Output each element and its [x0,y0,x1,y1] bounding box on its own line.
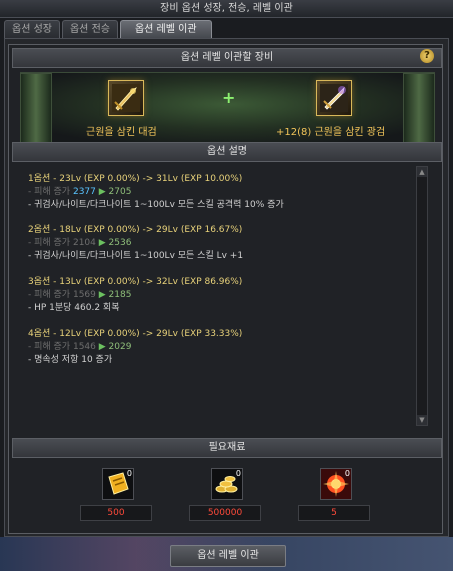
scroll-down-icon[interactable]: ▼ [417,415,427,425]
source-equip-name: 근원을 삼킨 대검 [86,127,157,138]
desc-section-header: 옵션 설명 [12,142,442,162]
right-scroll-roll [403,73,435,145]
tab-option-inherit[interactable]: 옵션 전승 [61,20,118,38]
source-equip-slot[interactable] [108,80,144,116]
option-title: 4옵션 - 12Lv (EXP 0.00%) -> 29Lv (EXP 33.3… [28,329,243,339]
help-icon[interactable]: ? [420,49,434,63]
option-title: 1옵션 - 23Lv (EXP 0.00%) -> 31Lv (EXP 10.0… [28,174,243,184]
material-required-count: 500 [80,505,152,521]
equip-section-header: 옵션 레벨 이관할 장비 [12,48,442,68]
window-title: 장비 옵션 성장, 전승, 레벨 이관 [0,0,453,18]
option-stat: - 피해 증가 2377 ▶ 2705 [28,187,132,197]
material-owned-count: 0 [344,469,350,478]
option-effect: - 명속성 저항 10 증가 [28,355,113,365]
option-effect: - 귀검사/나이트/다크나이트 1~100Lv 모든 스킬 공격력 10% 증가 [28,200,284,210]
material-owned-count: 0 [126,469,132,478]
material-required-count: 500000 [189,505,261,521]
target-equip-name: +12(8) 근원을 삼킨 광검 [276,127,386,138]
option-title: 3옵션 - 13Lv (EXP 0.00%) -> 32Lv (EXP 86.9… [28,277,243,287]
option-level-transfer-button[interactable]: 옵션 레벨 이관 [170,545,286,567]
left-scroll-roll [20,73,52,145]
material-owned-count: 0 [235,469,241,478]
material-slot-3[interactable]: 0 [320,468,352,500]
target-equip-slot[interactable] [316,80,352,116]
lightsword-icon [320,84,348,112]
materials-section-header: 필요재료 [12,438,442,458]
desc-scrollbar[interactable]: ▲ ▼ [416,166,428,426]
tab-option-level-transfer[interactable]: 옵션 레벨 이관 [119,20,212,38]
tab-option-growth[interactable]: 옵션 성장 [4,20,60,38]
option-title: 2옵션 - 18Lv (EXP 0.00%) -> 29Lv (EXP 16.6… [28,225,243,235]
material-required-count: 5 [298,505,370,521]
option-effect: - 귀검사/나이트/다크나이트 1~100Lv 모든 스킬 Lv +1 [28,251,244,261]
material-slot-2[interactable]: 0 [211,468,243,500]
tab-bar: 옵션 성장 옵션 전승 옵션 레벨 이관 [4,20,212,38]
option-stat: - 피해 증가 1569 ▶ 2185 [28,290,132,300]
scroll-up-icon[interactable]: ▲ [417,167,427,177]
greatsword-icon [112,84,140,112]
option-stat: - 피해 증가 2104 ▶ 2536 [28,238,132,248]
combine-plus-icon: + [222,88,236,107]
option-effect: - HP 1분당 460.2 회복 [28,303,120,313]
material-slot-1[interactable]: 0 [102,468,134,500]
option-stat: - 피해 증가 1546 ▶ 2029 [28,342,132,352]
